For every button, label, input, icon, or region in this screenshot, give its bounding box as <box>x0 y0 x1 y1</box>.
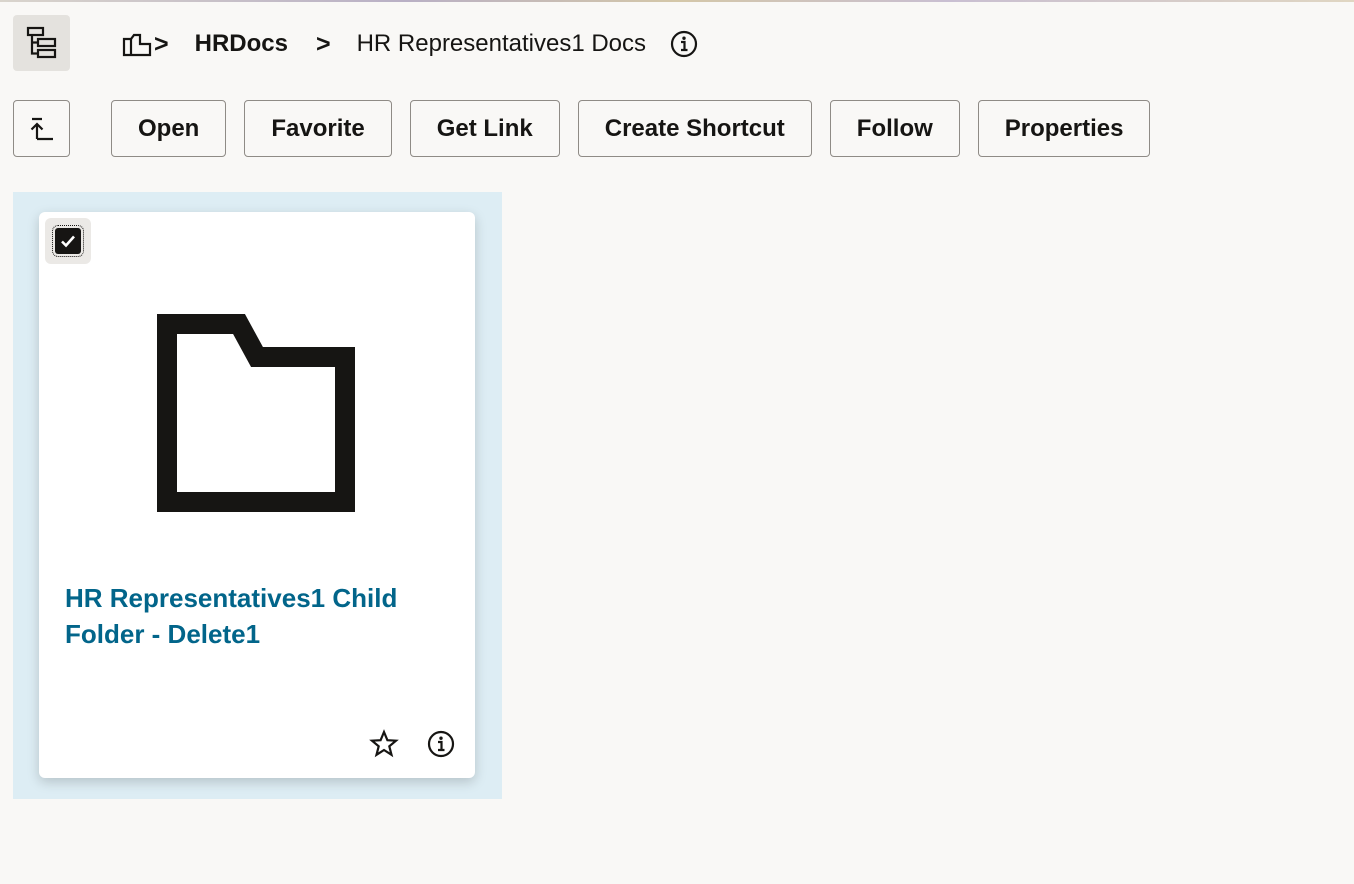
breadcrumb-root[interactable]: > <box>122 30 169 59</box>
create-shortcut-button[interactable]: Create Shortcut <box>577 100 812 157</box>
folder-tree-icon <box>122 33 152 57</box>
arrow-up-icon <box>30 117 53 140</box>
favorite-button[interactable]: Favorite <box>244 100 392 157</box>
breadcrumb-item-hrdocs[interactable]: HRDocs <box>195 30 288 58</box>
folder-name-link[interactable]: HR Representatives1 Child Folder - Delet… <box>65 580 455 652</box>
select-checkbox[interactable] <box>45 218 91 264</box>
folder-info-button[interactable] <box>670 30 698 58</box>
item-info-button[interactable] <box>423 726 459 762</box>
go-up-button[interactable] <box>13 100 70 157</box>
card-actions <box>345 726 459 762</box>
info-icon <box>427 730 455 758</box>
get-link-button[interactable]: Get Link <box>409 100 560 157</box>
folder-icon <box>157 314 355 512</box>
breadcrumb-separator: > <box>154 29 169 58</box>
header: > HRDocs > HR Representatives1 Docs <box>0 0 1354 86</box>
star-icon <box>369 729 399 758</box>
properties-button[interactable]: Properties <box>977 100 1151 157</box>
breadcrumb-current-folder: HR Representatives1 Docs <box>356 30 647 57</box>
info-icon <box>670 30 698 58</box>
checkbox-checked <box>52 225 84 257</box>
breadcrumb: > HRDocs > HR Representatives1 Docs <box>122 22 698 66</box>
checkmark-icon <box>61 235 75 248</box>
toolbar: Open Favorite Get Link Create Shortcut F… <box>13 100 1168 157</box>
follow-button[interactable]: Follow <box>829 100 960 157</box>
tree-view-toggle-button[interactable] <box>13 15 70 71</box>
tree-view-icon <box>26 26 56 59</box>
selected-item-highlight: HR Representatives1 Child Folder - Delet… <box>13 192 502 799</box>
folder-card[interactable]: HR Representatives1 Child Folder - Delet… <box>39 212 475 778</box>
open-button[interactable]: Open <box>111 100 227 157</box>
breadcrumb-separator: > <box>315 29 331 58</box>
favorite-star-button[interactable] <box>366 726 402 762</box>
